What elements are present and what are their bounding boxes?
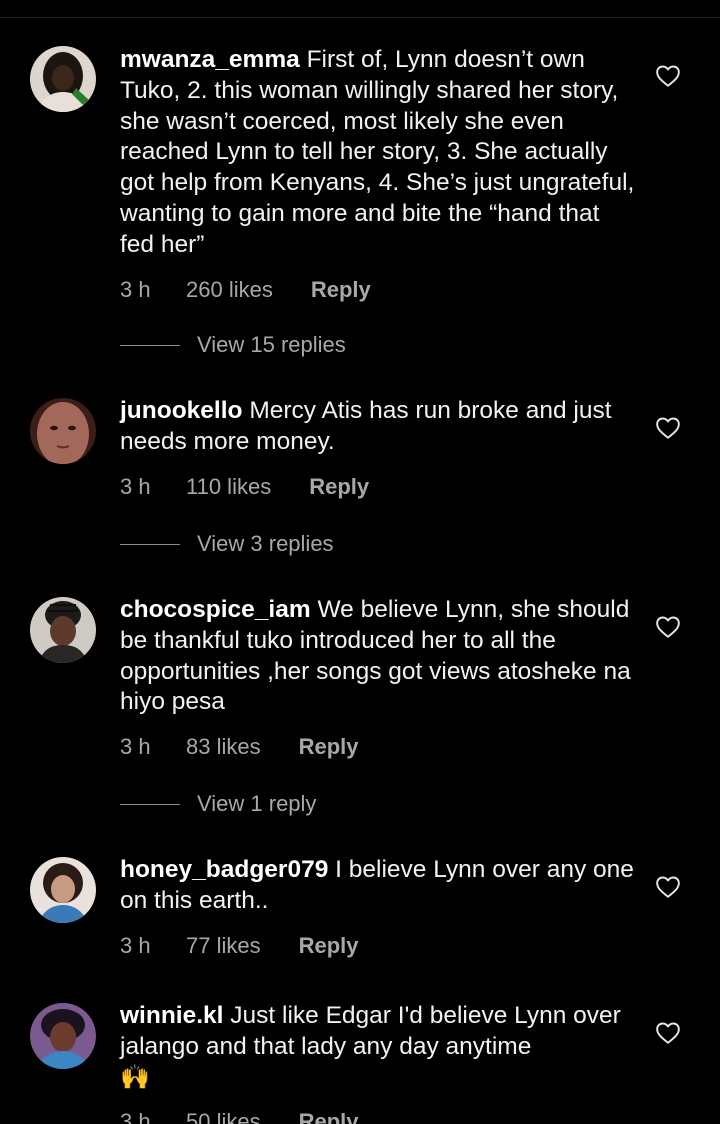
comment-username[interactable]: mwanza_emma [120, 46, 300, 73]
reply-button[interactable]: Reply [299, 734, 359, 760]
heart-outline-icon[interactable] [655, 1021, 681, 1045]
comment-likes[interactable]: 83 likes [186, 734, 261, 760]
comment-text: junookello Mercy Atis has run broke and … [120, 395, 640, 458]
view-replies-button[interactable]: View 15 replies [120, 330, 346, 360]
view-replies-button[interactable]: View 3 replies [120, 529, 334, 559]
comment-body: First of, Lynn doesn’t own Tuko, 2. this… [120, 46, 635, 258]
reply-button[interactable]: Reply [311, 277, 371, 303]
reply-button[interactable]: Reply [309, 474, 369, 500]
comment-text: chocospice_iam We believe Lynn, she shou… [120, 594, 640, 718]
user-avatar[interactable] [30, 46, 96, 112]
comment-username[interactable]: honey_badger079 [120, 856, 328, 883]
comments-screen: mwanza_emma First of, Lynn doesn’t own T… [0, 0, 720, 1124]
replies-line [120, 803, 180, 805]
comment-time: 3 h [120, 473, 151, 499]
replies-line [120, 344, 180, 346]
heart-outline-icon[interactable] [655, 416, 681, 440]
user-avatar[interactable] [30, 1003, 96, 1069]
comment-likes[interactable]: 77 likes [186, 933, 261, 959]
reply-button[interactable]: Reply [299, 1109, 359, 1124]
comment-meta: 3 h 110 likes Reply [120, 472, 640, 502]
comment-meta: 3 h 50 likes Reply [120, 1107, 640, 1124]
top-divider [0, 17, 720, 18]
reply-button[interactable]: Reply [299, 933, 359, 959]
comment-username[interactable]: chocospice_iam [120, 596, 311, 623]
comment-text: winnie.kl Just like Edgar I'd believe Ly… [120, 1000, 640, 1093]
heart-outline-icon[interactable] [655, 615, 681, 639]
user-avatar[interactable] [30, 398, 96, 464]
comment-time: 3 h [120, 276, 151, 302]
heart-outline-icon[interactable] [655, 64, 681, 88]
comment-meta: 3 h 260 likes Reply [120, 275, 640, 305]
comment-username[interactable]: junookello [120, 397, 243, 424]
comment-time: 3 h [120, 1109, 151, 1124]
view-replies-label: View 15 replies [197, 332, 346, 357]
comment-text: mwanza_emma First of, Lynn doesn’t own T… [120, 44, 640, 261]
comment-likes[interactable]: 50 likes [186, 1109, 261, 1124]
comment-meta: 3 h 77 likes Reply [120, 931, 640, 961]
comment-likes[interactable]: 260 likes [186, 277, 273, 303]
raised-hands-emoji: 🙌 [120, 1063, 150, 1091]
comment-text: honey_badger079 I believe Lynn over any … [120, 854, 640, 917]
comment-meta: 3 h 83 likes Reply [120, 732, 640, 762]
view-replies-button[interactable]: View 1 reply [120, 789, 316, 819]
view-replies-label: View 1 reply [197, 791, 317, 816]
comment-likes[interactable]: 110 likes [186, 474, 271, 500]
heart-outline-icon[interactable] [655, 875, 681, 899]
user-avatar[interactable] [30, 597, 96, 663]
comment-time: 3 h [120, 734, 151, 760]
view-replies-label: View 3 replies [197, 531, 334, 556]
user-avatar[interactable] [30, 857, 96, 923]
comment-username[interactable]: winnie.kl [120, 1002, 223, 1029]
comment-time: 3 h [120, 932, 151, 958]
replies-line [120, 543, 180, 545]
